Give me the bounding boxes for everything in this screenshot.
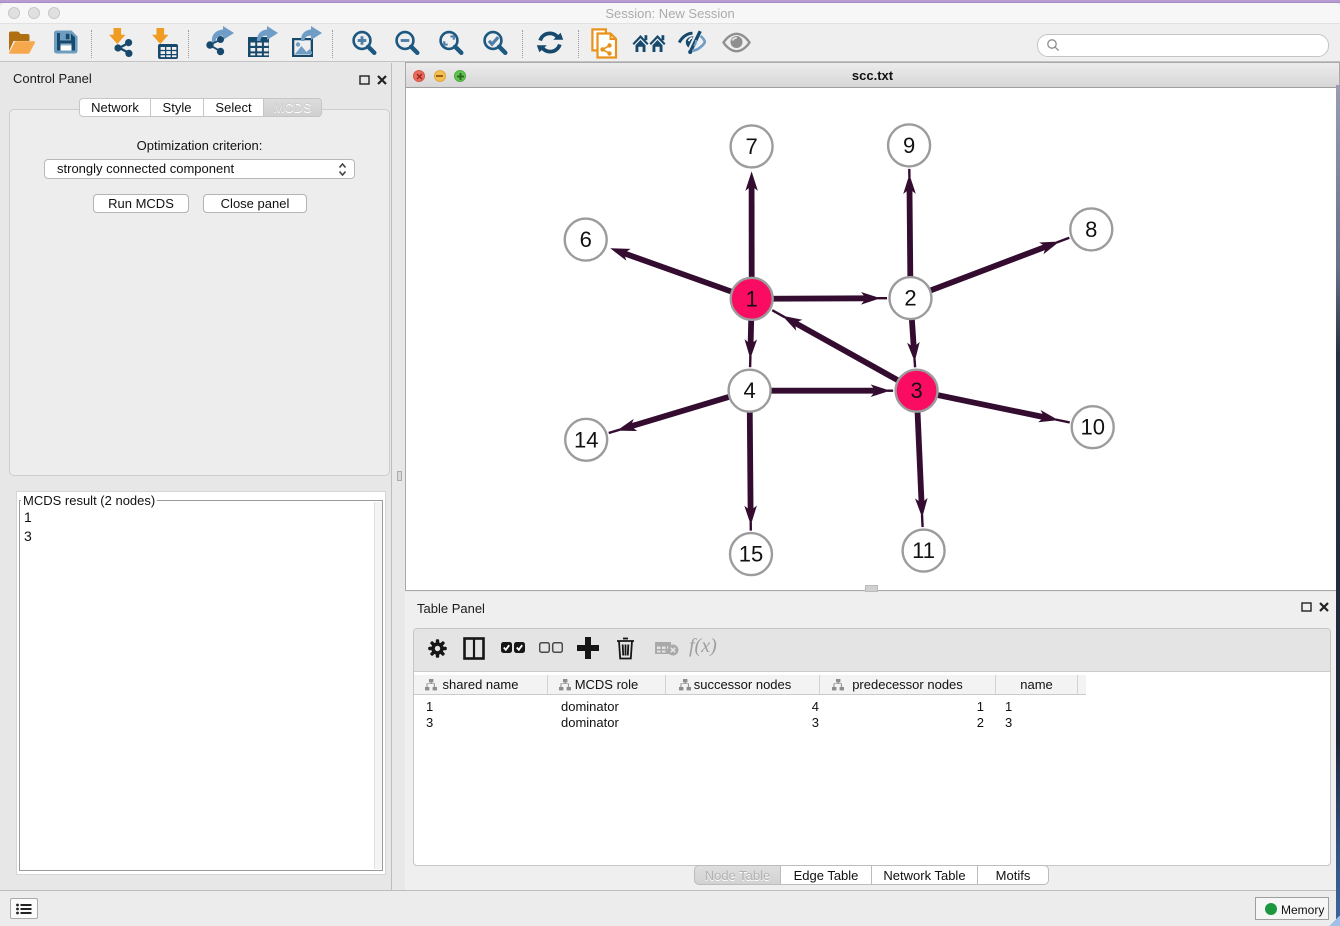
svg-text:9: 9 xyxy=(903,133,915,158)
svg-text:1: 1 xyxy=(746,286,758,311)
svg-text:6: 6 xyxy=(580,227,592,252)
svg-text:10: 10 xyxy=(1080,415,1104,440)
svg-text:14: 14 xyxy=(574,427,598,452)
svg-text:8: 8 xyxy=(1085,217,1097,242)
svg-text:11: 11 xyxy=(912,538,935,563)
svg-text:15: 15 xyxy=(739,542,763,567)
svg-text:2: 2 xyxy=(904,286,916,311)
svg-text:3: 3 xyxy=(910,378,922,403)
svg-text:4: 4 xyxy=(743,378,755,403)
svg-text:7: 7 xyxy=(745,134,757,159)
